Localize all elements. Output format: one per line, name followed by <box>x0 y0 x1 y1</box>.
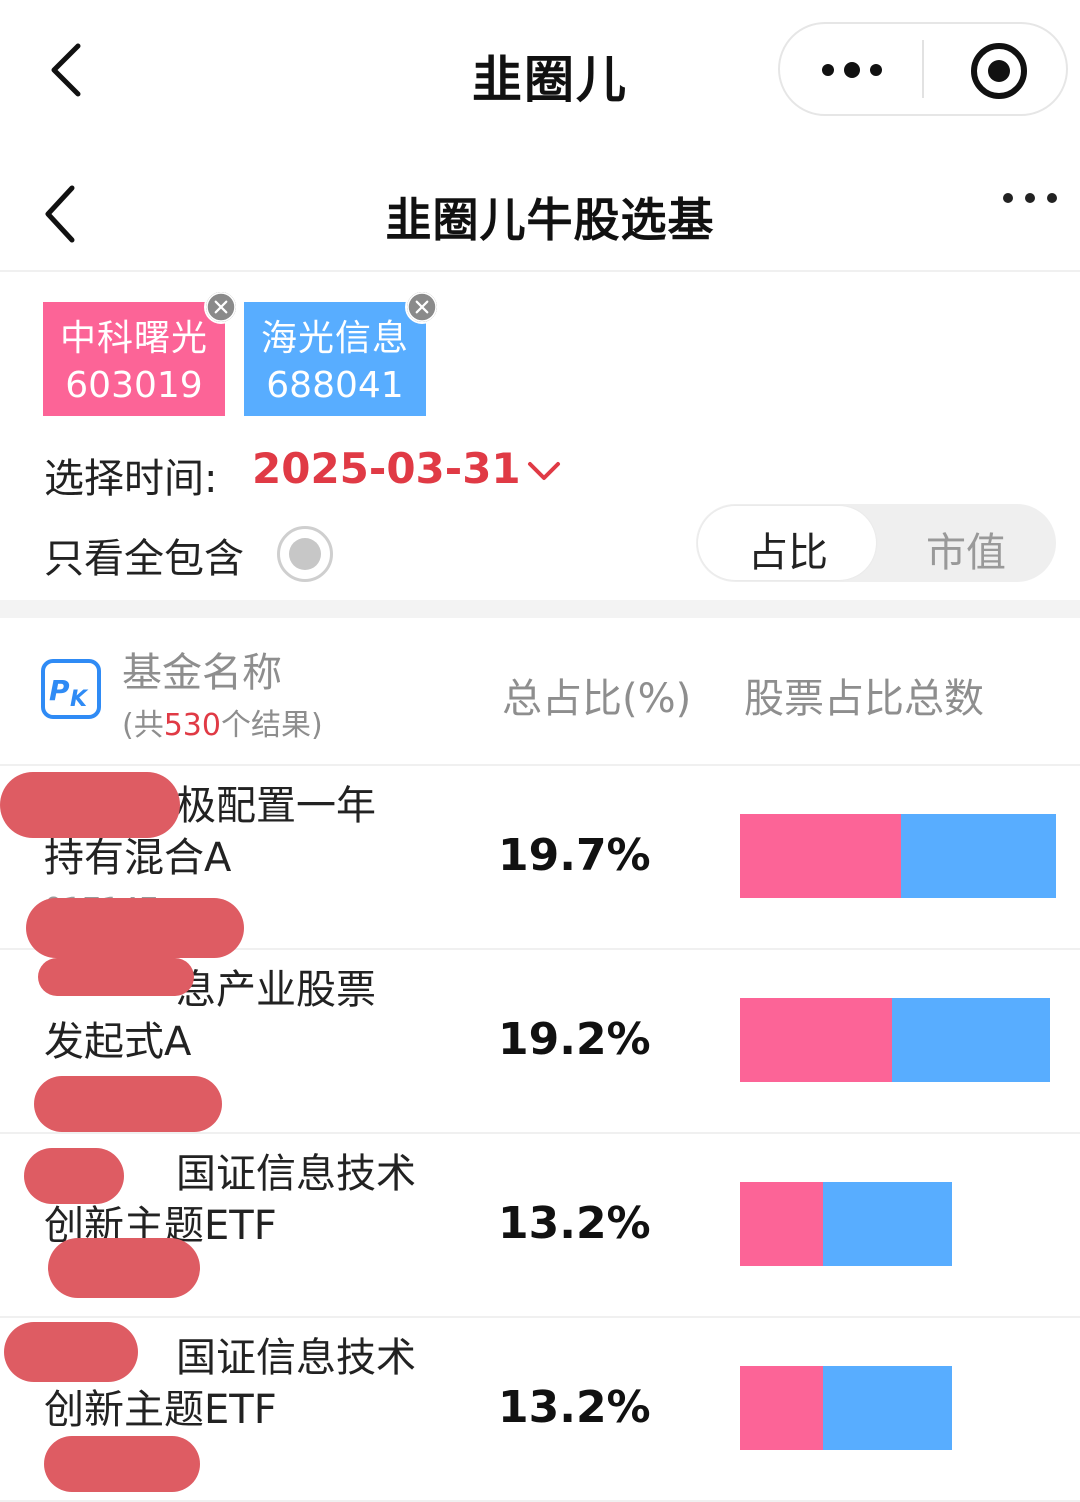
bar-segment-stock-1 <box>740 1182 823 1266</box>
section-separator <box>0 600 1080 618</box>
stock-chip-name: 中科曙光 <box>59 318 208 359</box>
more-dots-icon[interactable] <box>820 50 884 90</box>
remove-chip-icon[interactable] <box>405 290 439 324</box>
bar-segment-stock-1 <box>740 1366 823 1450</box>
svg-text:P: P <box>49 674 70 707</box>
bar-segment-stock-2 <box>901 814 1056 898</box>
redaction-mark <box>24 1148 124 1204</box>
col-total-ratio: 总占比(%) <box>502 676 692 722</box>
redaction-mark <box>26 898 244 958</box>
redaction-mark <box>34 1076 222 1132</box>
pk-icon[interactable]: P K <box>40 658 102 720</box>
redaction-mark <box>4 1322 138 1382</box>
redaction-mark <box>44 1436 200 1492</box>
full-include-radio[interactable] <box>277 526 333 582</box>
full-include-label: 只看全包含 <box>44 536 244 582</box>
toggle-market-value[interactable]: 市值 <box>876 520 1056 578</box>
total-ratio: 19.2% <box>498 1014 651 1065</box>
stock-chip-name: 海光信息 <box>260 318 409 359</box>
stock-chip-code: 603019 <box>65 365 203 406</box>
bar-segment-stock-2 <box>892 998 1050 1082</box>
total-ratio: 19.7% <box>498 830 651 881</box>
total-ratio: 13.2% <box>498 1382 651 1433</box>
more-options-icon[interactable] <box>1000 188 1060 208</box>
page-title: 韭圈儿牛股选基 <box>385 193 715 247</box>
redaction-mark <box>0 772 180 838</box>
col-stock-ratio: 股票占比总数 <box>744 676 984 722</box>
close-miniprogram-icon[interactable] <box>970 42 1028 100</box>
stock-chip-2[interactable]: 海光信息 688041 <box>244 302 426 416</box>
redaction-mark <box>38 958 194 996</box>
stock-chip-1[interactable]: 中科曙光 603019 <box>43 302 225 416</box>
bar-segment-stock-1 <box>740 998 892 1082</box>
remove-chip-icon[interactable] <box>204 290 238 324</box>
chevron-down-icon[interactable] <box>526 460 562 484</box>
stock-chip-code: 688041 <box>266 365 404 406</box>
date-selector[interactable]: 2025-03-31 <box>252 444 521 493</box>
svg-text:K: K <box>70 687 89 712</box>
header-divider <box>0 270 1080 272</box>
capsule-divider <box>922 40 924 98</box>
redaction-mark <box>48 1238 200 1298</box>
result-count: (共530个结果) <box>122 708 323 743</box>
toggle-ratio[interactable]: 占比 <box>698 520 878 578</box>
total-ratio: 13.2% <box>498 1198 651 1249</box>
bar-segment-stock-2 <box>823 1182 952 1266</box>
bar-segment-stock-1 <box>740 814 901 898</box>
time-label: 选择时间: <box>44 456 218 502</box>
col-fund-name: 基金名称 <box>122 650 282 696</box>
bar-segment-stock-2 <box>823 1366 952 1450</box>
